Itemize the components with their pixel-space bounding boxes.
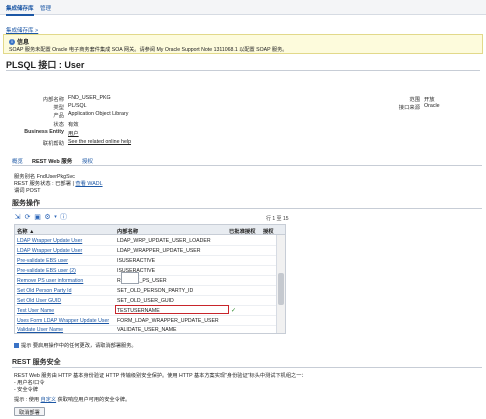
operation-name-link[interactable]: Pre-validate EBS user (2)	[17, 268, 115, 274]
operation-name-link[interactable]: Validate User Name	[17, 327, 115, 333]
operation-name-link[interactable]: Pre-validate EBS user	[17, 258, 115, 264]
operation-name-link[interactable]: Test User Name	[17, 308, 115, 314]
operation-internal-name: SET_OLD_USER_GUID	[117, 298, 174, 304]
info-icon: i	[9, 39, 15, 46]
undeploy-button[interactable]: 取消部署	[14, 407, 45, 416]
chevron-down-icon[interactable]: ▾	[52, 214, 59, 221]
custom-link[interactable]: 自定义	[41, 397, 57, 403]
table-row: Validate User Name VALIDATE_USER_NAME	[15, 325, 277, 333]
column-header-grant[interactable]: 授权	[263, 227, 274, 235]
operation-internal-name: SET_OLD_PERSON_PARTY_ID	[117, 288, 194, 294]
tab-integration-repository[interactable]: 集成储存库	[6, 4, 34, 16]
undeploy-hint: 提示 要启用操作中的任何更改，请取消部署服务。	[14, 342, 137, 349]
view-wadl-link[interactable]: 查看 WADL	[75, 181, 102, 187]
table-toolbar: ⇲ ⟳ ▣ ⚙ ▾ ⓘ	[14, 213, 284, 223]
table-row: Pre-validate EBS user ISUSERACTIVE	[15, 256, 277, 266]
operation-name-link[interactable]: LDAP Wrapper Update User	[17, 248, 115, 254]
security-text-line-1: REST Web 服务由 HTTP 基本身份验证 HTTP 传输级别安全保护。使…	[14, 373, 307, 379]
table-row: Pre-validate EBS user (2) ISUSERACTIVE	[15, 266, 277, 276]
export-icon[interactable]: ⇲	[14, 214, 21, 221]
table-row: Remove PS user information REMOVE_PS_USE…	[15, 276, 277, 286]
table-header: 名称 ▲ 内部名称 已批准授权 授权	[15, 225, 285, 235]
tab-grants[interactable]: 授权	[82, 157, 93, 165]
operation-name-link[interactable]: Uses Form LDAP Wrapper Update User	[17, 318, 115, 324]
operation-internal-name: FORM_LDAP_WRAPPER_UPDATE_USER	[117, 318, 219, 324]
operation-name-link[interactable]: LDAP Wrapper Update User	[17, 238, 115, 244]
table-row: Set Old Person Party Id SET_OLD_PERSON_P…	[15, 286, 277, 296]
table-row: LDAP Wrapper Update User LDAP_WRP_UPDATE…	[15, 236, 277, 246]
security-text-line-2: - 用户名/口令	[14, 380, 45, 386]
operation-internal-name: LDAP_WRAPPER_UPDATE_USER	[117, 248, 201, 254]
tab-overview[interactable]: 概览	[12, 157, 23, 165]
online-help-link[interactable]: See the related online help	[68, 139, 131, 145]
info-icon[interactable]: ⓘ	[60, 214, 67, 221]
tip-icon	[14, 343, 19, 349]
top-navigation: 集成储存库 管理	[0, 0, 486, 16]
approved-check-icon: ✓	[231, 308, 237, 314]
operation-internal-name: LDAP_WRP_UPDATE_USER_LOADER	[117, 238, 211, 244]
scroll-thumb[interactable]	[278, 273, 284, 305]
operations-divider	[12, 208, 482, 209]
info-message-box: i 信息 SOAP 服务未配置 Oracle 电子商务套件集成 SOA 网关。请参…	[3, 34, 483, 54]
info-text: SOAP 服务未配置 Oracle 电子商务套件集成 SOA 网关。请参阅 My…	[9, 47, 288, 53]
tab-administration[interactable]: 管理	[40, 4, 51, 12]
operation-name-link[interactable]: Remove PS user information	[17, 278, 115, 284]
operation-name-link[interactable]: Set Old Person Party Id	[17, 288, 115, 294]
info-title: i 信息	[9, 37, 29, 46]
operations-title: 服务操作	[12, 200, 40, 207]
settings-icon[interactable]: ⚙	[44, 214, 51, 221]
security-divider	[12, 367, 482, 368]
refresh-icon[interactable]: ⟳	[24, 214, 31, 221]
column-header-internal-name[interactable]: 内部名称	[117, 227, 138, 235]
title-divider	[6, 70, 480, 71]
security-text-line-3: - 安全令牌	[14, 387, 38, 393]
table-row: LDAP Wrapper Update User LDAP_WRAPPER_UP…	[15, 246, 277, 256]
operations-table: 名称 ▲ 内部名称 已批准授权 授权 LDAP Wrapper Update U…	[14, 224, 286, 334]
security-tip: 提示 : 使用 自定义 获取响应用户可用的安全令牌。	[14, 397, 131, 403]
business-entity-link[interactable]: 用户	[68, 129, 79, 137]
column-header-approved-grant[interactable]: 已批准授权	[229, 227, 256, 235]
breadcrumb: 集成储存库 >	[6, 26, 38, 34]
table-pager: 行 1 至 15	[266, 216, 289, 222]
operation-name-link[interactable]: Set Old User GUID	[17, 298, 115, 304]
highlighted-cell-outline	[115, 305, 229, 314]
column-header-name[interactable]: 名称 ▲	[17, 227, 34, 235]
table-scrollbar[interactable]	[276, 235, 285, 333]
security-title: REST 服务安全	[12, 359, 61, 366]
detail-tabs: 概览 REST Web 服务 授权	[12, 156, 482, 166]
tab-rest-web-service[interactable]: REST Web 服务	[32, 157, 72, 165]
detach-icon[interactable]: ▣	[34, 214, 41, 221]
service-verb: 谓词 POST	[14, 188, 41, 194]
operation-internal-name: ISUSERACTIVE	[117, 258, 156, 264]
hover-tooltip	[121, 272, 139, 284]
operation-internal-name: VALIDATE_USER_NAME	[117, 327, 177, 333]
